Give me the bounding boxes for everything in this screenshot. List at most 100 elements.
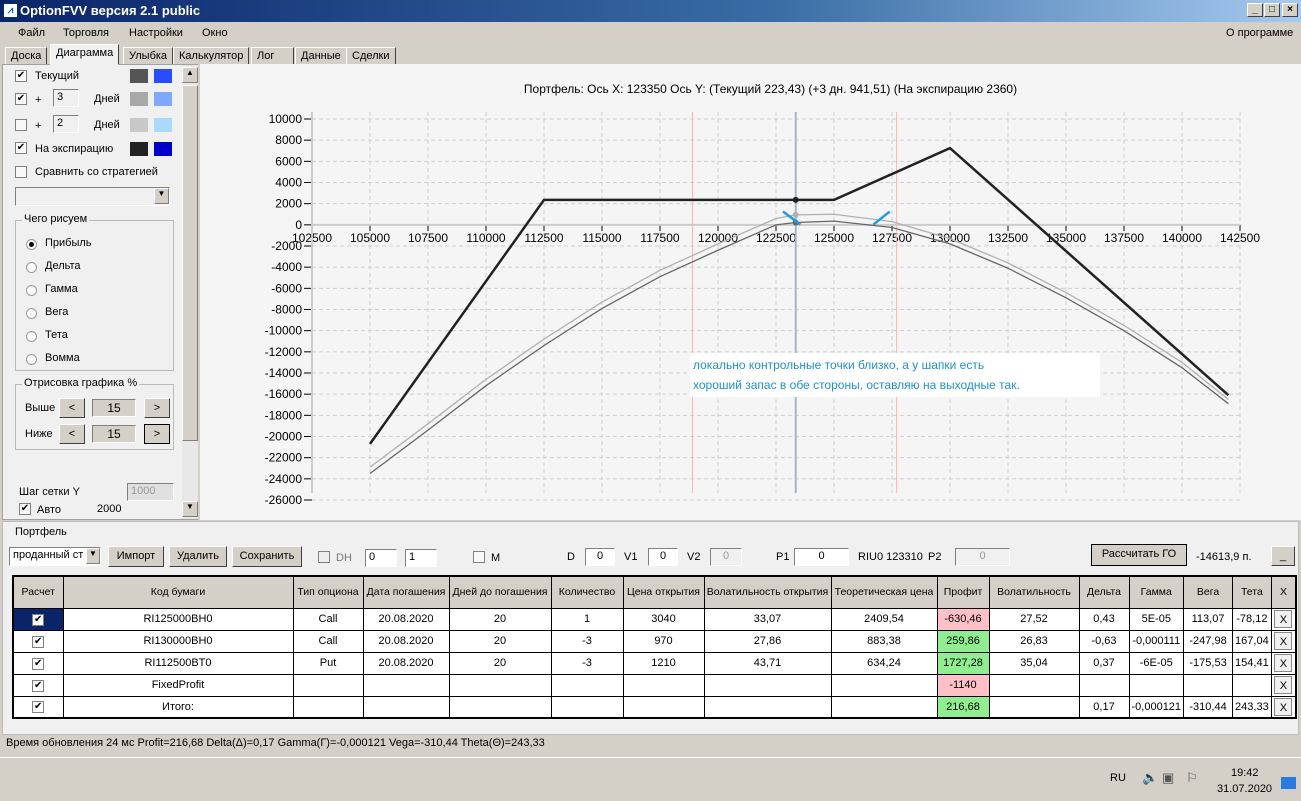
expiry-color-swatch[interactable] bbox=[130, 142, 148, 156]
delete-button[interactable]: Удалить bbox=[169, 546, 227, 567]
d-input[interactable]: 0 bbox=[585, 548, 615, 566]
calc-checkbox-cell[interactable]: ✔ bbox=[12, 607, 64, 631]
table-row[interactable]: ✔ Итого: 216,68 0,17 -0,000121 -310,44 243,33 X bbox=[12, 695, 1297, 719]
draw-option-radio[interactable] bbox=[26, 354, 37, 365]
column-header[interactable]: Тета bbox=[1232, 575, 1272, 609]
dh-spinner-1[interactable]: 0 bbox=[365, 549, 397, 567]
menu-trading[interactable]: Торговля bbox=[63, 27, 109, 39]
menu-settings[interactable]: Настройки bbox=[129, 27, 183, 39]
calc-checkbox-cell[interactable]: ✔ bbox=[12, 673, 64, 697]
column-header[interactable]: Дельта bbox=[1078, 575, 1130, 609]
calculate-go-button[interactable]: Рассчитать ГО bbox=[1091, 544, 1187, 566]
draw-option-radio[interactable] bbox=[26, 331, 37, 342]
p2-input[interactable]: 0 bbox=[955, 548, 1010, 566]
dh-spinner-2[interactable]: 1 bbox=[405, 549, 437, 567]
remove-row-button[interactable]: X bbox=[1274, 654, 1293, 672]
profit-chart[interactable]: Портфель: Ось X: 123350 Ось Y: (Текущий … bbox=[200, 64, 1301, 520]
save-button[interactable]: Сохранить bbox=[232, 546, 302, 567]
auto-checkbox[interactable]: ✔ bbox=[19, 503, 31, 515]
compare-checkbox[interactable] bbox=[15, 166, 27, 178]
portfolio-select[interactable]: проданный ст ▼ bbox=[9, 547, 101, 566]
days2-alt-color-swatch[interactable] bbox=[154, 118, 172, 132]
column-header[interactable]: Гамма bbox=[1128, 575, 1185, 609]
tab-smile[interactable]: Улыбка bbox=[123, 47, 174, 65]
left-scrollbar[interactable]: ▲ ▼ bbox=[182, 65, 198, 519]
tab-board[interactable]: Доска bbox=[5, 47, 48, 65]
days2-color-swatch[interactable] bbox=[130, 118, 148, 132]
language-indicator[interactable]: RU bbox=[1110, 772, 1126, 784]
calc-checkbox[interactable]: ✔ bbox=[32, 701, 45, 714]
remove-row-button[interactable]: X bbox=[1274, 697, 1293, 716]
menu-about[interactable]: О программе bbox=[1226, 27, 1293, 39]
dh-checkbox[interactable] bbox=[318, 551, 330, 563]
remove-row-button[interactable]: X bbox=[1274, 610, 1293, 628]
days1-checkbox[interactable]: ✔ bbox=[15, 93, 27, 105]
column-header[interactable]: Волатильность bbox=[988, 575, 1080, 609]
import-button[interactable]: Импорт bbox=[108, 546, 164, 567]
clock-date[interactable]: 31.07.2020 bbox=[1217, 783, 1272, 795]
current-color-swatch[interactable] bbox=[130, 69, 148, 83]
draw-option-radio[interactable] bbox=[26, 262, 37, 273]
draw-option-radio[interactable] bbox=[26, 308, 37, 319]
maximize-button[interactable]: □ bbox=[1264, 3, 1280, 17]
calc-checkbox-cell[interactable]: ✔ bbox=[12, 651, 64, 675]
menu-file[interactable]: Файл bbox=[18, 27, 45, 39]
volume-icon[interactable]: 🔈 bbox=[1142, 770, 1158, 786]
close-button[interactable]: × bbox=[1282, 3, 1298, 17]
column-header[interactable]: Теоретическая цена bbox=[830, 575, 938, 609]
show-desktop-icon[interactable] bbox=[1281, 777, 1296, 789]
column-header[interactable]: Волатильность открытия bbox=[703, 575, 832, 609]
column-header[interactable]: X bbox=[1270, 575, 1297, 609]
remove-row-button[interactable]: X bbox=[1274, 676, 1293, 694]
tab-log[interactable]: Лог bbox=[251, 47, 294, 65]
calc-checkbox-cell[interactable]: ✔ bbox=[12, 695, 64, 719]
days2-input[interactable]: 2 bbox=[53, 115, 79, 133]
network-icon[interactable]: ▣ bbox=[1162, 770, 1174, 786]
above-increase-button[interactable]: > bbox=[144, 398, 170, 418]
calc-checkbox[interactable]: ✔ bbox=[32, 613, 45, 626]
current-checkbox[interactable]: ✔ bbox=[15, 70, 27, 82]
days1-input[interactable]: 3 bbox=[53, 89, 79, 107]
tab-data[interactable]: Данные bbox=[295, 47, 347, 65]
above-decrease-button[interactable]: < bbox=[59, 398, 85, 418]
minimize-button[interactable]: _ bbox=[1247, 3, 1263, 17]
column-header[interactable]: Вега bbox=[1183, 575, 1234, 609]
grid-step-input[interactable]: 1000 bbox=[127, 483, 174, 501]
clock-time[interactable]: 19:42 bbox=[1231, 767, 1259, 779]
m-checkbox[interactable] bbox=[473, 551, 485, 563]
tab-deals[interactable]: Сделки bbox=[346, 47, 396, 65]
calc-checkbox[interactable]: ✔ bbox=[32, 657, 45, 670]
days1-color-swatch[interactable] bbox=[130, 92, 148, 106]
v1-input[interactable]: 0 bbox=[648, 548, 678, 566]
scroll-thumb[interactable] bbox=[182, 85, 198, 441]
column-header[interactable]: Количество bbox=[550, 575, 624, 609]
calc-checkbox-cell[interactable]: ✔ bbox=[12, 629, 64, 653]
v2-input[interactable]: 0 bbox=[710, 548, 742, 566]
below-increase-button[interactable]: > bbox=[144, 424, 170, 444]
table-row[interactable]: ✔ RI112500BT0 Put 20.08.2020 20 -3 1210 43,71 63… bbox=[12, 651, 1297, 675]
table-row[interactable]: ✔ FixedProfit -1140 X bbox=[12, 673, 1297, 697]
expiry-checkbox[interactable]: ✔ bbox=[15, 142, 27, 154]
remove-row-button[interactable]: X bbox=[1274, 632, 1293, 650]
days2-checkbox[interactable] bbox=[15, 119, 27, 131]
table-row[interactable]: ✔ RI125000BH0 Call 20.08.2020 20 1 3040 33,07 24… bbox=[12, 607, 1297, 631]
table-row[interactable]: ✔ RI130000BH0 Call 20.08.2020 20 -3 970 27,86 88… bbox=[12, 629, 1297, 653]
column-header[interactable]: Дней до погашения bbox=[448, 575, 552, 609]
column-header[interactable]: Цена открытия bbox=[622, 575, 705, 609]
calc-checkbox[interactable]: ✔ bbox=[32, 679, 45, 692]
current-alt-color-swatch[interactable] bbox=[154, 69, 172, 83]
below-decrease-button[interactable]: < bbox=[59, 424, 85, 444]
draw-option-radio[interactable] bbox=[26, 285, 37, 296]
column-header[interactable]: Тип опциона bbox=[292, 575, 364, 609]
days1-alt-color-swatch[interactable] bbox=[154, 92, 172, 106]
calc-checkbox[interactable]: ✔ bbox=[32, 635, 45, 648]
flag-icon[interactable]: ⚐ bbox=[1186, 770, 1198, 786]
column-header[interactable]: Дата погашения bbox=[362, 575, 450, 609]
column-header[interactable]: Код бумаги bbox=[62, 575, 294, 609]
tab-calculator[interactable]: Калькулятор bbox=[173, 47, 250, 65]
expiry-alt-color-swatch[interactable] bbox=[154, 142, 172, 156]
menu-window[interactable]: Окно bbox=[202, 27, 228, 39]
chevron-down-icon[interactable]: ▼ bbox=[154, 188, 169, 204]
chevron-down-icon[interactable]: ▼ bbox=[86, 548, 100, 564]
collapse-button[interactable]: _ bbox=[1271, 546, 1295, 566]
